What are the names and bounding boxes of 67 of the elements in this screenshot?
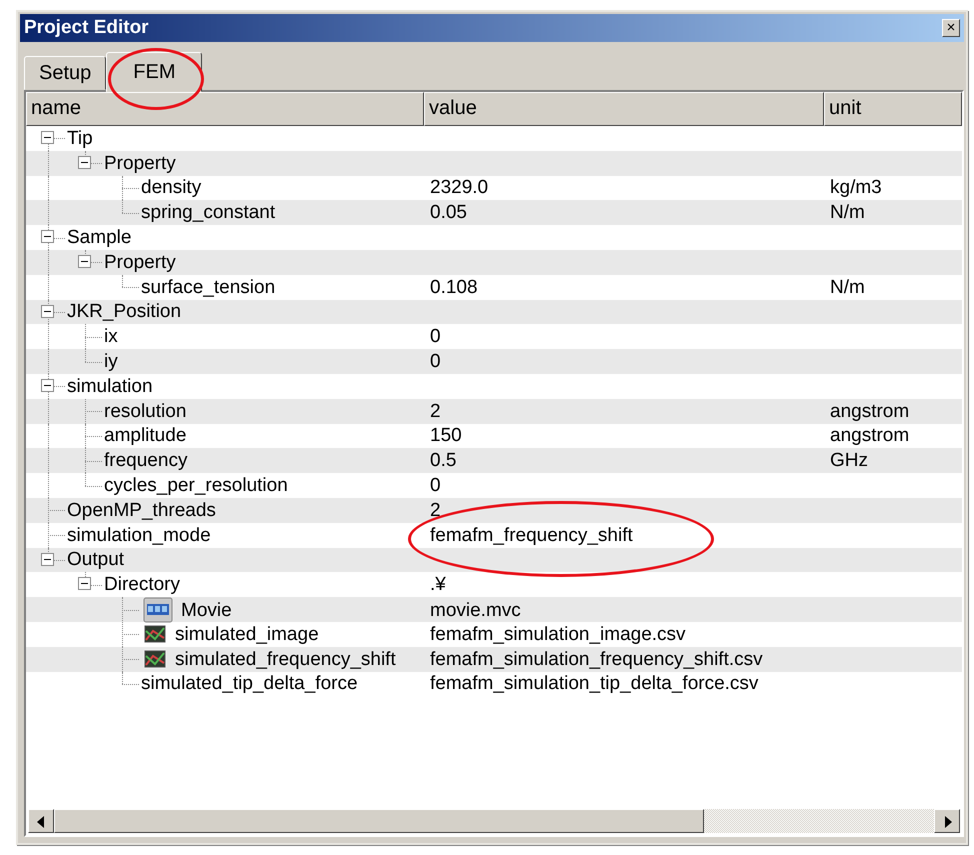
scroll-right-button[interactable] — [934, 809, 960, 833]
tab[interactable]: FEM — [106, 52, 202, 92]
column-header[interactable]: name — [26, 92, 424, 126]
tree-node-label[interactable]: density — [141, 178, 202, 198]
column-header[interactable]: value — [424, 92, 824, 126]
tree-node-label[interactable]: frequency — [104, 451, 188, 470]
tree-node-label[interactable]: Movie — [181, 600, 232, 620]
unit-value: angstrom — [830, 402, 910, 421]
tree-node-label[interactable]: simulated_tip_delta_force — [141, 674, 358, 694]
plot-image-icon — [143, 623, 167, 646]
tree-node-label[interactable]: ix — [104, 327, 118, 346]
tree-node-label[interactable]: Property — [104, 154, 176, 173]
tree-node-label[interactable]: simulation — [67, 376, 153, 396]
tree-node-label[interactable]: simulated_frequency_shift — [175, 650, 396, 669]
tree-node-label[interactable]: cycles_per_resolution — [104, 476, 288, 496]
property-value: 0 — [430, 476, 441, 496]
property-value: movie.mvc — [430, 600, 521, 620]
property-value: femafm_simulation_frequency_shift.csv — [430, 650, 763, 669]
horizontal-scrollbar[interactable] — [28, 809, 960, 833]
tree-node-label[interactable]: Tip — [67, 128, 93, 148]
tree-node-label[interactable]: surface_tension — [141, 278, 276, 297]
close-button[interactable]: × — [942, 19, 960, 37]
scroll-left-button[interactable] — [28, 809, 54, 833]
collapse-icon[interactable] — [41, 304, 54, 318]
property-value: .¥ — [430, 575, 446, 594]
property-value: 0.108 — [430, 278, 478, 297]
unit-value: N/m — [830, 278, 865, 297]
tree-node-label[interactable]: spring_constant — [141, 203, 276, 222]
tree-node-label[interactable]: simulation_mode — [67, 526, 211, 545]
tree-node-label[interactable]: OpenMP_threads — [67, 500, 216, 520]
collapse-icon[interactable] — [78, 577, 91, 590]
plot-image-icon — [143, 648, 167, 670]
unit-value: angstrom — [830, 426, 910, 446]
unit-value: N/m — [830, 203, 865, 222]
property-value: 2 — [430, 500, 441, 520]
tree-node-label[interactable]: JKR_Position — [67, 302, 182, 322]
column-header[interactable]: unit — [824, 92, 962, 126]
property-value: femafm_simulation_image.csv — [430, 624, 686, 644]
property-value: 0.5 — [430, 451, 456, 470]
property-value: 2 — [430, 402, 441, 421]
property-value: 2329.0 — [430, 178, 488, 198]
tree-node-label[interactable]: resolution — [104, 402, 186, 421]
scrollbar-thumb[interactable] — [54, 809, 704, 833]
unit-value: GHz — [830, 451, 868, 470]
tree-node-label[interactable]: Sample — [67, 228, 132, 248]
collapse-icon[interactable] — [78, 254, 91, 268]
collapse-icon[interactable] — [41, 552, 54, 566]
tree-node-label[interactable]: Directory — [104, 575, 180, 594]
collapse-icon[interactable] — [41, 131, 54, 144]
tree-node-label[interactable]: Output — [67, 550, 124, 570]
window-title: Project Editor — [24, 17, 149, 39]
tree-node-label[interactable]: Property — [104, 252, 176, 272]
unit-value: kg/m3 — [830, 178, 882, 198]
collapse-icon[interactable] — [41, 230, 54, 244]
collapse-icon[interactable] — [78, 156, 91, 169]
property-value: femafm_simulation_tip_delta_force.csv — [430, 674, 758, 694]
tree-node-label[interactable]: iy — [104, 352, 118, 372]
tree-node-label[interactable]: simulated_image — [175, 624, 319, 644]
property-value: 0 — [430, 327, 441, 346]
collapse-icon[interactable] — [41, 378, 54, 392]
film-icon — [143, 597, 173, 624]
property-value: 0.05 — [430, 203, 467, 222]
property-value: femafm_frequency_shift — [430, 526, 633, 545]
tab[interactable]: Setup — [24, 56, 106, 90]
tree-node-label[interactable]: amplitude — [104, 426, 186, 446]
property-value: 150 — [430, 426, 462, 446]
property-value: 0 — [430, 352, 441, 372]
